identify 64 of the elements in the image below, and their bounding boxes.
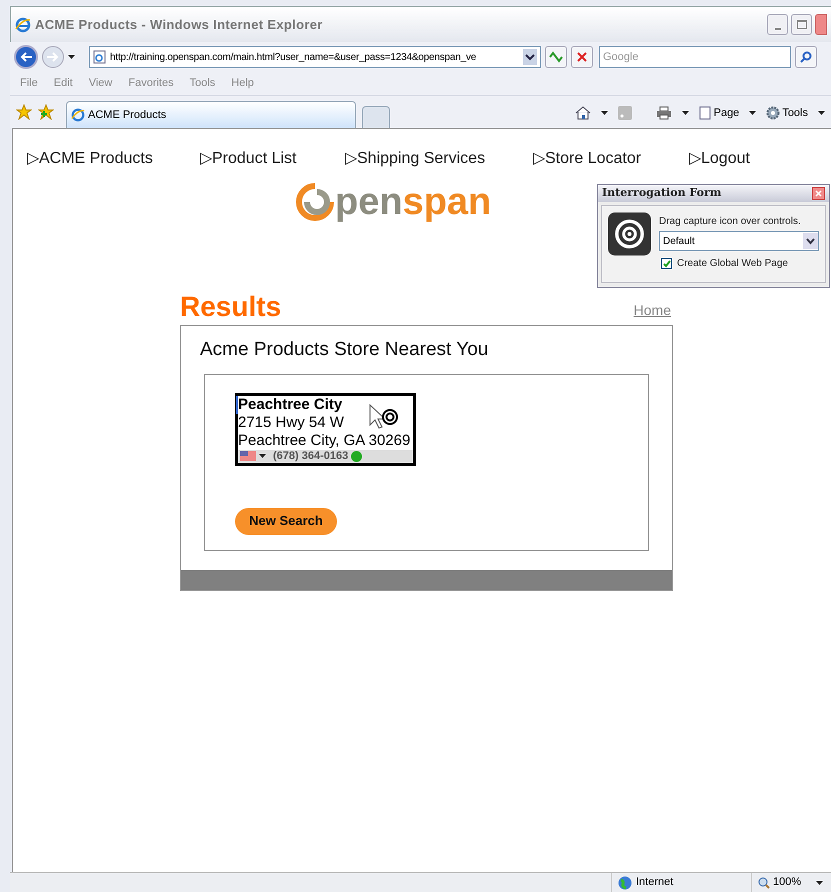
caret-icon [749, 110, 756, 115]
page-icon [93, 50, 106, 64]
caret-icon [600, 110, 608, 115]
globe-icon [618, 876, 632, 890]
left-arrow-icon [20, 52, 32, 62]
nav-link[interactable]: ▷Logout [689, 147, 750, 171]
panel-title: Acme Products Store Nearest You [199, 338, 490, 362]
store-city: Peachtree City, GA 30269 [238, 432, 412, 450]
new-search-button[interactable]: New Search [235, 508, 337, 534]
results-heading: Results [180, 293, 282, 321]
check-icon [662, 260, 670, 268]
zoom-button[interactable]: 100% [751, 873, 831, 892]
profile-dropdown[interactable]: Default [659, 231, 819, 251]
address-field[interactable]: http://training.openspan.com/main.html?user_name=&user_pass=1234&openspan_ve [89, 46, 541, 68]
refresh-button[interactable] [545, 46, 567, 68]
right-arrow-icon [47, 52, 59, 62]
caret-icon [259, 454, 266, 458]
stop-button[interactable] [571, 46, 593, 68]
browser-logo-icon [15, 16, 31, 32]
target-icon[interactable] [608, 212, 651, 256]
new-tab-button[interactable] [362, 106, 390, 128]
gear-icon [766, 106, 780, 120]
nav-link[interactable]: ▷Store Locator [533, 147, 689, 171]
home-link[interactable]: Home [634, 300, 671, 321]
browser-tab[interactable]: ACME Products [66, 101, 356, 128]
window-title: Interrogation Form [602, 185, 722, 202]
back-button[interactable] [14, 45, 38, 69]
add-star-icon[interactable] [38, 104, 54, 120]
caret-icon [682, 110, 689, 115]
caret-icon [816, 880, 823, 884]
store-address: 2715 Hwy 54 W [238, 414, 344, 432]
flag-icon [240, 451, 256, 461]
dropdown-icon [523, 49, 537, 65]
printer-icon[interactable] [656, 106, 672, 120]
logo: penspan [295, 183, 492, 221]
window-title: ACME Products - Windows Internet Explorer [35, 16, 323, 34]
star-icon[interactable] [16, 104, 32, 120]
caret-icon [68, 55, 75, 59]
dropdown-icon [803, 233, 818, 249]
minimize-button[interactable] [767, 14, 788, 35]
browser-logo-icon [71, 108, 85, 122]
page-icon [698, 106, 712, 120]
zoom-icon [758, 876, 770, 888]
search-field[interactable]: Google [599, 46, 791, 68]
maximize-button[interactable] [791, 14, 812, 35]
phone-icon [351, 450, 362, 462]
caret-icon [818, 110, 825, 115]
nav-link[interactable]: ▷Shipping Services [345, 147, 533, 171]
close-button[interactable] [812, 187, 825, 200]
close-icon [815, 190, 822, 197]
search-icon [800, 51, 812, 63]
feed-icon[interactable] [618, 106, 632, 120]
zone-text: Internet [636, 875, 674, 890]
nav-link[interactable]: ▷Product List [200, 147, 345, 171]
page-menu-button[interactable]: Page [698, 104, 740, 121]
phone-number: (678) 364-0163 [273, 448, 348, 464]
nav-link[interactable]: ▷ACME Products [27, 147, 200, 171]
hint-text: Drag capture icon over controls. [659, 215, 802, 229]
search-button[interactable] [795, 46, 817, 68]
home-icon[interactable] [574, 106, 591, 120]
checkbox[interactable] [661, 258, 672, 269]
tools-menu-button[interactable]: Tools [766, 104, 808, 121]
checkbox-label: Create Global Web Page [677, 257, 788, 271]
close-icon [577, 52, 587, 62]
